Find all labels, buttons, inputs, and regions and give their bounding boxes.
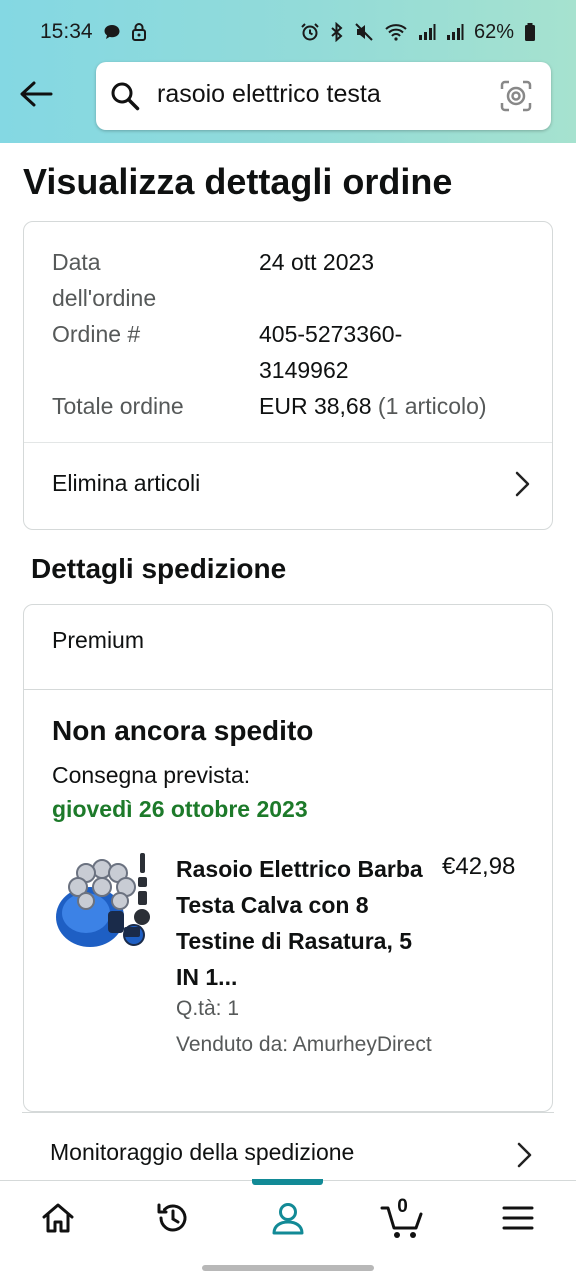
search-query: rasoio elettrico testa xyxy=(157,80,381,108)
shipping-section-title: Dettagli spedizione xyxy=(31,553,287,584)
order-number-label: Ordine # xyxy=(52,321,141,347)
product-quantity: Q.tà: 1 xyxy=(176,997,240,1020)
home-gesture-bar[interactable] xyxy=(202,1265,374,1271)
nav-menu[interactable] xyxy=(460,1181,575,1259)
order-total-value: EUR 38,68 (1 articolo) xyxy=(259,388,487,424)
nav-history[interactable] xyxy=(115,1181,230,1259)
history-icon xyxy=(155,1200,191,1241)
account-icon xyxy=(271,1201,305,1240)
remove-items-label: Elimina articoli xyxy=(52,469,201,496)
shipment-status: Non ancora spedito xyxy=(52,715,314,746)
status-left: 15:34 xyxy=(40,20,147,44)
battery-icon xyxy=(524,22,536,42)
chevron-right-icon xyxy=(516,1142,532,1168)
product-title-link[interactable]: Rasoio Elettrico Barba Testa Calva con 8… xyxy=(176,851,426,995)
delivery-date: giovedì 26 ottobre 2023 xyxy=(52,796,308,822)
cart-icon: 0 xyxy=(380,1196,426,1240)
order-date-label-cont: dell'ordine xyxy=(52,285,157,311)
order-total-items: (1 articolo) xyxy=(377,393,487,419)
delivery-label: Consegna prevista: xyxy=(52,762,251,788)
menu-icon xyxy=(502,1205,534,1236)
shipping-service: Premium xyxy=(52,627,145,653)
order-total-amount: EUR 38,68 xyxy=(259,393,372,419)
shipment-card: Premium Non ancora spedito Consegna prev… xyxy=(23,604,553,1112)
nav-home[interactable] xyxy=(0,1181,115,1259)
lock-icon xyxy=(131,22,147,42)
back-button[interactable] xyxy=(14,74,58,118)
shipment-tracking-link[interactable]: Monitoraggio della spedizione xyxy=(22,1112,554,1184)
cart-count: 0 xyxy=(397,1196,408,1217)
product-price: €42,98 xyxy=(442,853,516,880)
status-right: 62% xyxy=(300,21,536,44)
home-icon xyxy=(41,1202,75,1239)
divider xyxy=(24,689,552,690)
search-icon xyxy=(110,81,140,111)
order-number-value-cont: 3149962 xyxy=(259,357,349,383)
nav-account[interactable] xyxy=(230,1181,345,1259)
bluetooth-icon xyxy=(330,22,344,42)
chevron-right-icon xyxy=(514,471,530,497)
battery-percentage: 62% xyxy=(473,20,514,43)
order-date-label: Data xyxy=(52,249,101,275)
search-header: rasoio elettrico testa xyxy=(0,60,576,132)
shipment-tracking-label: Monitoraggio della spedizione xyxy=(50,1139,355,1165)
search-input[interactable]: rasoio elettrico testa xyxy=(96,62,551,130)
remove-items-link[interactable]: Elimina articoli xyxy=(24,443,552,523)
wifi-icon xyxy=(384,22,408,42)
camera-lens-icon[interactable] xyxy=(500,80,532,112)
signal-icon xyxy=(446,23,464,41)
order-date-value: 24 ott 2023 xyxy=(259,249,375,275)
product-seller: Venduto da: AmurheyDirect xyxy=(176,1033,432,1056)
status-time: 15:34 xyxy=(40,20,93,43)
arrow-left-icon xyxy=(19,80,53,113)
order-summary-card: Data dell'ordine 24 ott 2023 Ordine # 40… xyxy=(23,221,553,530)
nav-cart[interactable]: 0 xyxy=(345,1181,460,1259)
bottom-navigation: 0 xyxy=(0,1179,576,1259)
chat-bubble-icon xyxy=(103,23,121,41)
order-total-label: Totale ordine xyxy=(52,393,184,419)
alarm-icon xyxy=(300,22,320,42)
signal-icon xyxy=(418,23,436,41)
mute-icon xyxy=(354,22,374,42)
page-title: Visualizza dettagli ordine xyxy=(23,161,453,202)
order-number-value: 405-5273360- xyxy=(259,321,403,347)
status-bar: 15:34 62% xyxy=(0,0,576,64)
product-image[interactable] xyxy=(50,847,154,953)
